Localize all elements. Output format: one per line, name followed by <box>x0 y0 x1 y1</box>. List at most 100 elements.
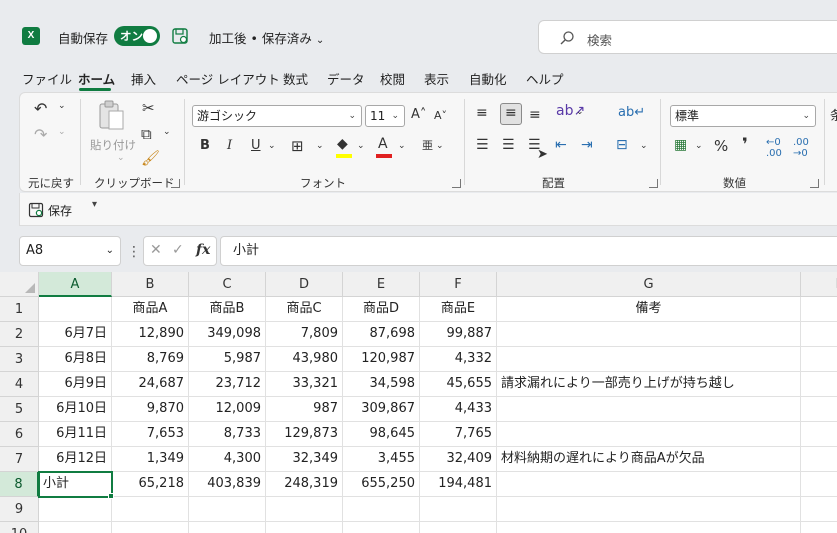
cell[interactable] <box>266 522 343 533</box>
cell[interactable] <box>189 522 266 533</box>
column-header[interactable]: D <box>266 272 343 297</box>
accounting-dropdown-icon[interactable]: ⌄ <box>695 141 703 151</box>
cell[interactable] <box>420 522 497 533</box>
cell[interactable]: 6月9日 <box>39 372 112 397</box>
cell[interactable] <box>801 297 837 322</box>
row-header[interactable]: 9 <box>0 497 39 522</box>
cell[interactable]: 32,409 <box>420 447 497 472</box>
cell[interactable]: 商品A <box>112 297 189 322</box>
cell[interactable]: 4,433 <box>420 397 497 422</box>
cell[interactable] <box>497 322 801 347</box>
cell[interactable] <box>801 347 837 372</box>
cell[interactable]: 商品C <box>266 297 343 322</box>
number-launcher-icon[interactable] <box>810 179 819 188</box>
row-header[interactable]: 8 <box>0 472 39 497</box>
cell[interactable]: 3,455 <box>343 447 420 472</box>
cell[interactable] <box>497 422 801 447</box>
align-center-icon[interactable]: ☰ <box>502 137 515 153</box>
cell[interactable]: 987 <box>266 397 343 422</box>
fill-dropdown-icon[interactable]: ⌄ <box>357 141 365 151</box>
cell[interactable] <box>266 497 343 522</box>
cell[interactable]: 6月8日 <box>39 347 112 372</box>
percent-icon[interactable]: % <box>714 137 728 155</box>
cell[interactable] <box>189 497 266 522</box>
conditional-format-icon[interactable]: 条 <box>830 105 837 124</box>
cell[interactable] <box>343 522 420 533</box>
cell[interactable]: 12,009 <box>189 397 266 422</box>
cell[interactable] <box>497 497 801 522</box>
cell[interactable] <box>801 322 837 347</box>
comma-style-icon[interactable]: ❜ <box>742 135 748 155</box>
save-icon[interactable] <box>28 202 44 218</box>
cell[interactable]: 349,098 <box>189 322 266 347</box>
cell[interactable]: 6月11日 <box>39 422 112 447</box>
font-color-dropdown-icon[interactable]: ⌄ <box>398 141 406 151</box>
column-header[interactable]: G <box>497 272 801 297</box>
cell[interactable] <box>343 497 420 522</box>
cell[interactable]: 7,765 <box>420 422 497 447</box>
font-launcher-icon[interactable] <box>452 179 461 188</box>
cell[interactable]: 33,321 <box>266 372 343 397</box>
accounting-format-icon[interactable]: ▦ <box>674 137 687 153</box>
number-format-select[interactable]: 標準 ⌄ <box>670 105 816 127</box>
cell[interactable]: 7,809 <box>266 322 343 347</box>
cell[interactable]: 99,887 <box>420 322 497 347</box>
cell[interactable]: 23,712 <box>189 372 266 397</box>
column-header[interactable]: B <box>112 272 189 297</box>
grow-font-icon[interactable]: A˄ <box>411 107 426 122</box>
tab-help[interactable]: ヘルプ <box>526 69 564 88</box>
cell[interactable] <box>801 422 837 447</box>
row-header[interactable]: 7 <box>0 447 39 472</box>
underline-button[interactable]: U <box>251 138 261 153</box>
cell[interactable]: 120,987 <box>343 347 420 372</box>
row-header[interactable]: 10 <box>0 522 39 533</box>
cell[interactable] <box>112 522 189 533</box>
merge-dropdown-icon[interactable]: ⌄ <box>640 141 648 151</box>
cell[interactable]: 34,598 <box>343 372 420 397</box>
column-header[interactable]: C <box>189 272 266 297</box>
increase-indent-icon[interactable]: ⇥ <box>581 137 593 153</box>
row-header[interactable]: 2 <box>0 322 39 347</box>
column-header[interactable]: H <box>801 272 837 297</box>
tab-data[interactable]: データ <box>327 69 365 88</box>
cell[interactable] <box>497 397 801 422</box>
cell[interactable]: 248,319 <box>266 472 343 497</box>
document-title-dropdown[interactable]: 加工後 • 保存済み ⌄ <box>209 28 324 47</box>
autosave-toggle[interactable]: オン <box>114 26 160 46</box>
row-header[interactable]: 1 <box>0 297 39 322</box>
cell[interactable] <box>39 522 112 533</box>
tab-file[interactable]: ファイル <box>22 69 72 88</box>
clipboard-launcher-icon[interactable] <box>171 179 180 188</box>
phonetic-dropdown-icon[interactable]: ⌄ <box>436 141 444 151</box>
cell[interactable]: 6月10日 <box>39 397 112 422</box>
cell[interactable]: 商品D <box>343 297 420 322</box>
tab-home[interactable]: ホーム <box>78 69 115 88</box>
cell[interactable] <box>801 472 837 497</box>
cell[interactable] <box>420 497 497 522</box>
cell[interactable]: 6月7日 <box>39 322 112 347</box>
bold-button[interactable]: B <box>200 138 210 153</box>
cut-icon[interactable]: ✂ <box>142 99 155 117</box>
undo-icon[interactable]: ↶ <box>34 99 47 118</box>
cell[interactable]: 45,655 <box>420 372 497 397</box>
cell[interactable] <box>801 397 837 422</box>
decrease-indent-icon[interactable]: ⇤ <box>555 137 567 153</box>
customize-qat-icon[interactable]: ▾ <box>92 199 97 210</box>
cell[interactable]: 98,645 <box>343 422 420 447</box>
borders-dropdown-icon[interactable]: ⌄ <box>316 141 324 151</box>
cell[interactable]: 商品E <box>420 297 497 322</box>
cell[interactable] <box>801 522 837 533</box>
merge-center-icon[interactable]: ⊟ <box>616 137 628 153</box>
cell[interactable] <box>39 497 112 522</box>
undo-dropdown-icon[interactable]: ⌄ <box>58 101 66 111</box>
cell[interactable] <box>497 522 801 533</box>
cell[interactable]: 12,890 <box>112 322 189 347</box>
align-middle-button[interactable]: ≡ <box>500 103 522 125</box>
cell[interactable] <box>801 447 837 472</box>
copy-dropdown-icon[interactable]: ⌄ <box>163 127 171 137</box>
alignment-launcher-icon[interactable] <box>649 179 658 188</box>
cell[interactable]: 309,867 <box>343 397 420 422</box>
cell[interactable]: 商品B <box>189 297 266 322</box>
align-top-icon[interactable]: ≡ <box>476 105 488 121</box>
cell[interactable]: 8,733 <box>189 422 266 447</box>
